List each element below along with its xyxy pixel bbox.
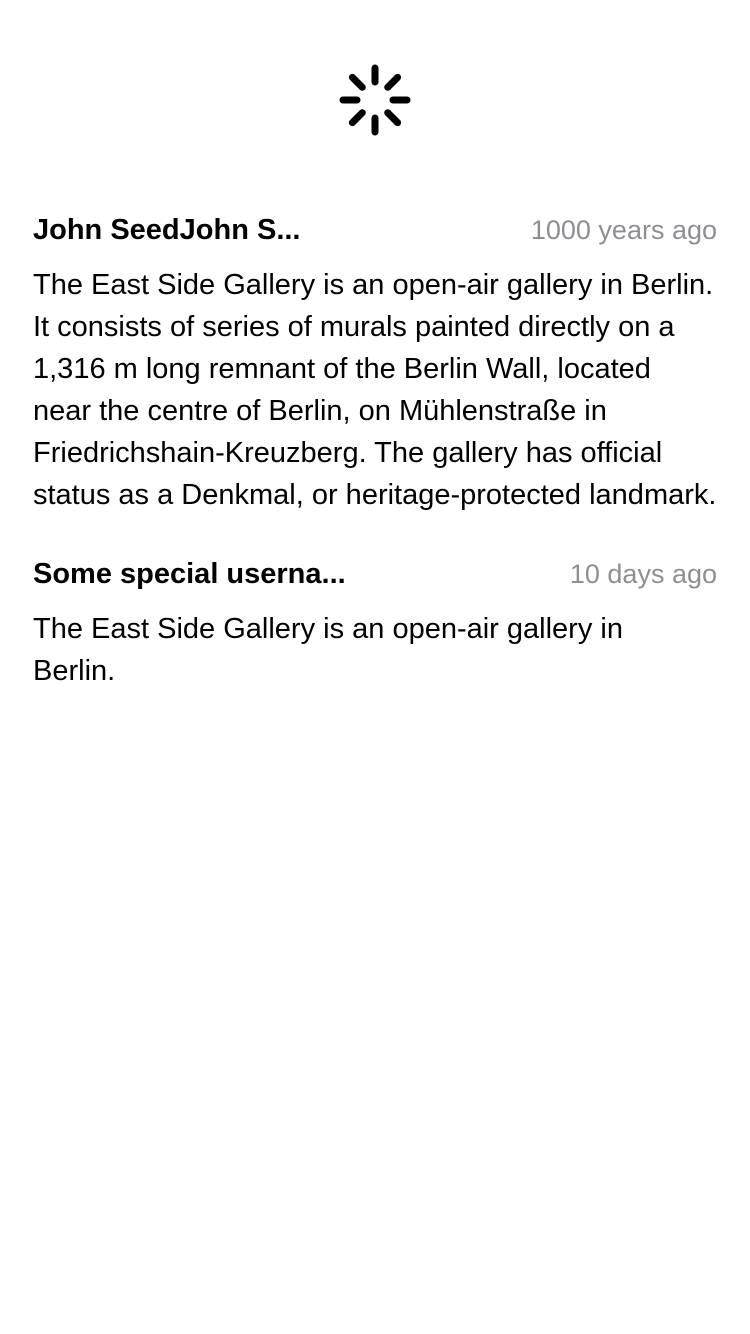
comment-list: John SeedJohn S... 1000 years ago The Ea…	[33, 210, 717, 730]
comment-header: John SeedJohn S... 1000 years ago	[33, 210, 717, 250]
comment-body: The East Side Gallery is an open-air gal…	[33, 613, 623, 687]
comment-timestamp: 1000 years ago	[530, 215, 717, 245]
comment-item: John SeedJohn S... 1000 years ago The Ea…	[33, 210, 717, 516]
comment-timestamp: 10 days ago	[569, 559, 717, 589]
comment-header: Some special userna... 10 days ago	[33, 554, 717, 594]
comment-author[interactable]: John SeedJohn S...	[33, 210, 301, 250]
comment-item: Some special userna... 10 days ago The E…	[33, 554, 717, 692]
activity-spinner-icon	[339, 64, 411, 136]
comment-body: The East Side Gallery is an open-air gal…	[33, 269, 717, 511]
comment-author[interactable]: Some special userna...	[33, 554, 346, 594]
